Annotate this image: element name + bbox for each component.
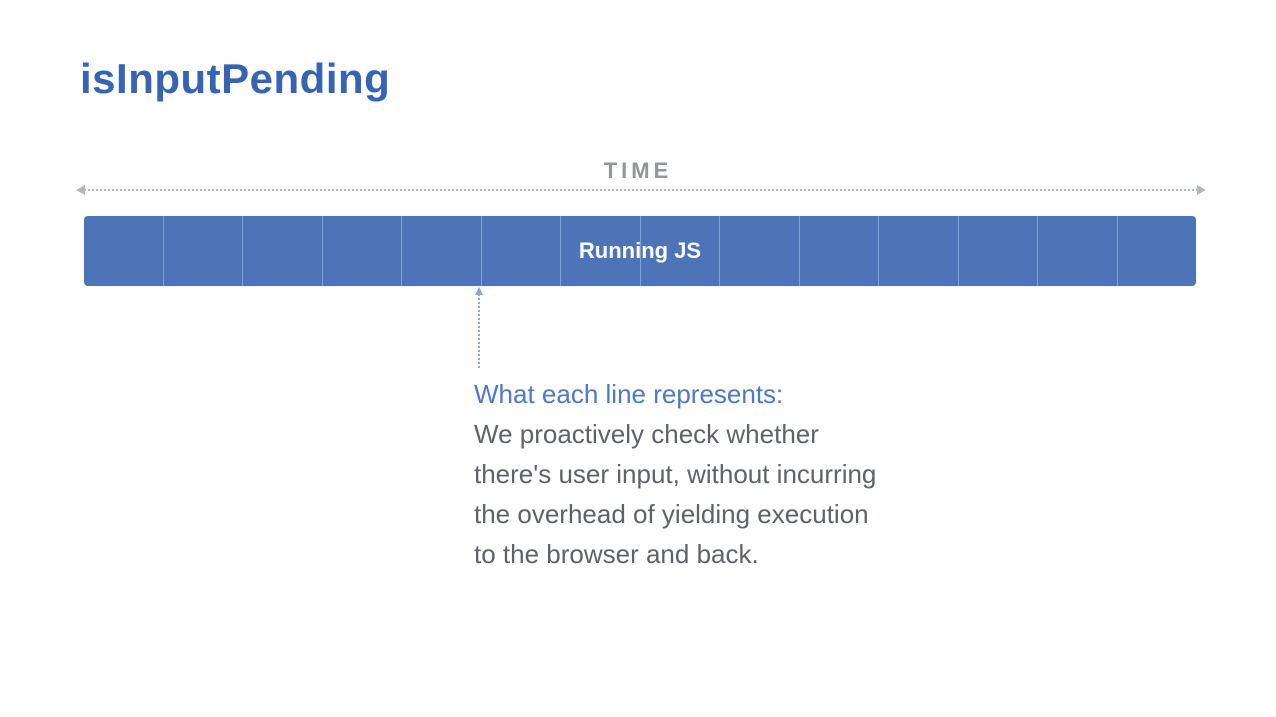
timeline-tick — [163, 216, 243, 286]
slide: isInputPending TIME Running JS What each… — [0, 0, 1276, 717]
caption-lead: What each line represents: — [474, 379, 783, 409]
arrow-up-icon — [475, 287, 483, 295]
time-axis — [84, 189, 1198, 191]
timeline-tick — [1037, 216, 1117, 286]
arrow-left-icon — [76, 185, 85, 195]
caption: What each line represents: We proactivel… — [474, 374, 884, 574]
timeline-tick — [719, 216, 799, 286]
timeline-bar: Running JS — [84, 216, 1196, 286]
callout-line — [478, 294, 480, 368]
caption-body: We proactively check whether there's use… — [474, 419, 876, 569]
timeline-tick — [878, 216, 958, 286]
timeline-tick — [401, 216, 481, 286]
timeline-tick — [799, 216, 879, 286]
timeline-bar-label: Running JS — [579, 238, 701, 264]
time-axis-label: TIME — [0, 158, 1276, 184]
timeline-tick — [242, 216, 322, 286]
timeline-tick — [481, 216, 561, 286]
timeline-tick — [1117, 216, 1197, 286]
timeline-bar-wrap: Running JS — [84, 216, 1196, 286]
timeline-tick — [958, 216, 1038, 286]
page-title: isInputPending — [80, 55, 390, 103]
timeline-tick — [322, 216, 402, 286]
arrow-right-icon — [1197, 185, 1206, 195]
timeline-tick — [84, 216, 163, 286]
